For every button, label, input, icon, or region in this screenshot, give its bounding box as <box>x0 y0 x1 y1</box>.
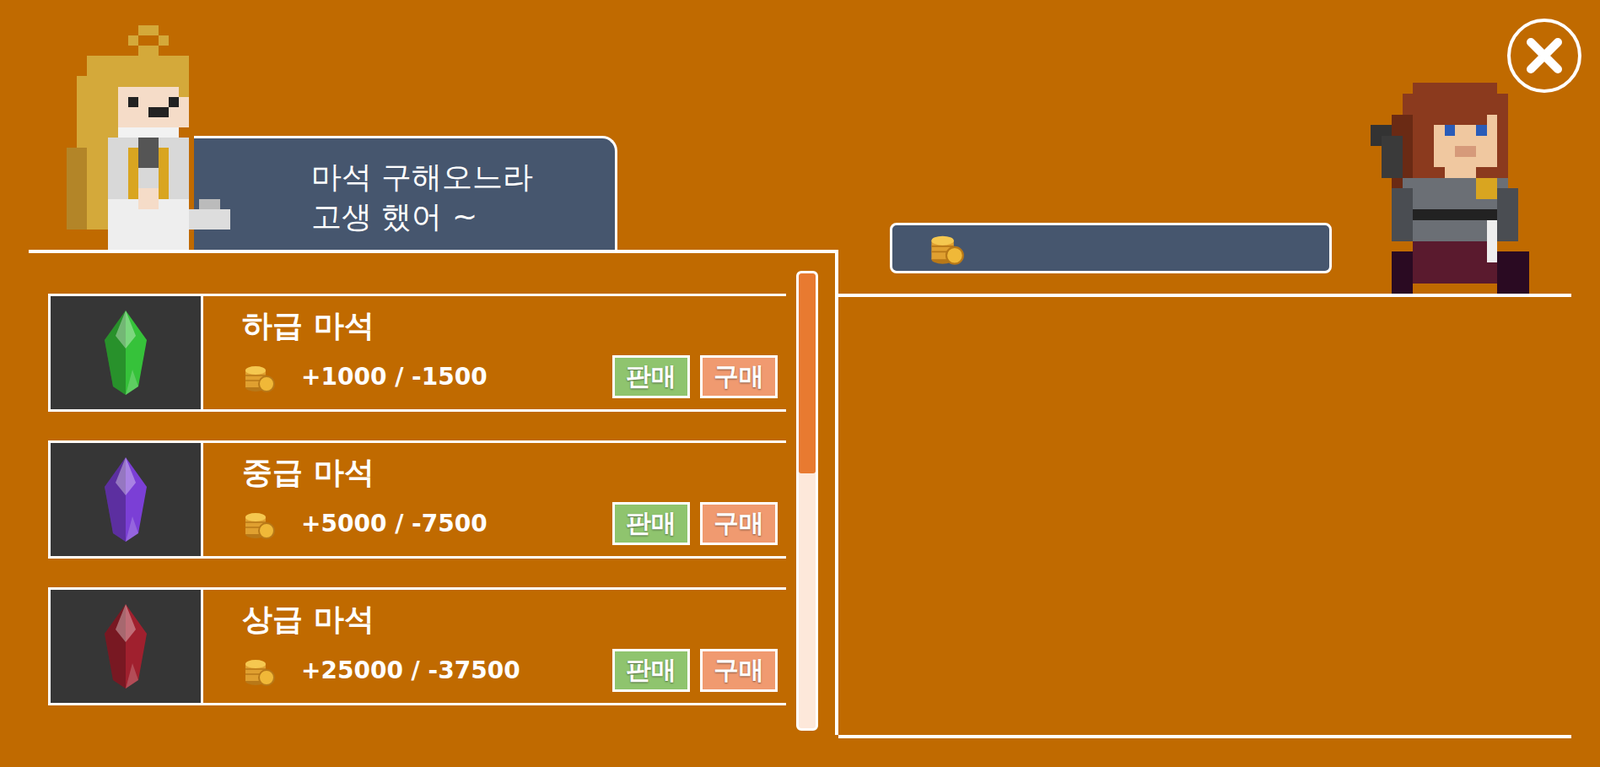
item-row: 중급 마석 +5000 / -7500 판매구매 <box>48 440 787 559</box>
item-row: 상급 마석 +25000 / -37500 판매구매 <box>48 587 787 706</box>
item-price-row: +25000 / -37500 판매구매 <box>242 648 778 692</box>
item-row: 하급 마석 +1000 / -1500 판매구매 <box>48 293 787 412</box>
item-name: 중급 마석 <box>242 453 778 491</box>
item-price: +25000 / -37500 <box>301 656 521 685</box>
player-header <box>838 0 1572 294</box>
npc-header: 마석 구해오느라고생 했어 ~ <box>28 0 839 250</box>
item-thumbnail <box>48 442 204 556</box>
scrollbar[interactable] <box>796 270 819 731</box>
sell-button[interactable]: 판매 <box>612 355 690 399</box>
gem-icon <box>100 603 151 689</box>
player-character-icon <box>1370 82 1540 294</box>
buy-button[interactable]: 구매 <box>700 648 778 692</box>
close-icon <box>1505 16 1584 95</box>
coin-icon <box>242 506 276 541</box>
buy-button[interactable]: 구매 <box>700 501 778 545</box>
gem-icon <box>100 457 151 542</box>
item-list: 하급 마석+1000 / -1500판매구매중급 마석+5000 / -7500… <box>48 293 787 706</box>
inventory-column <box>838 0 1572 739</box>
speech-bubble: 마석 구해오느라고생 했어 ~ <box>193 135 618 250</box>
sell-button[interactable]: 판매 <box>612 501 690 545</box>
shop-screen: 마석 구해오느라고생 했어 ~하급 마석+1000 / -1500판매구매중급 … <box>0 0 1600 767</box>
item-info: 상급 마석 +25000 / -37500 판매구매 <box>203 589 787 703</box>
gem-icon <box>100 310 151 395</box>
shop-column: 마석 구해오느라고생 했어 ~하급 마석+1000 / -1500판매구매중급 … <box>28 0 839 739</box>
item-name: 상급 마석 <box>242 600 778 637</box>
item-info: 하급 마석 +1000 / -1500 판매구매 <box>203 296 787 410</box>
item-panel: 하급 마석+1000 / -1500판매구매중급 마석+5000 / -7500… <box>28 249 839 735</box>
item-name: 하급 마석 <box>242 307 778 344</box>
inventory-panel <box>838 293 1572 739</box>
item-price-row: +1000 / -1500 판매구매 <box>242 355 778 399</box>
coin-icon <box>242 653 276 688</box>
dialog-line: 마석 구해오느라 <box>311 157 602 198</box>
item-price: +5000 / -7500 <box>301 509 488 538</box>
merchant-character-icon <box>66 25 251 250</box>
item-price-row: +5000 / -7500 판매구매 <box>242 501 778 545</box>
item-thumbnail <box>48 296 204 410</box>
scrollbar-thumb[interactable] <box>798 273 816 474</box>
close-button[interactable] <box>1505 16 1584 95</box>
coin-icon <box>242 360 276 394</box>
coin-icon <box>927 229 965 267</box>
sell-button[interactable]: 판매 <box>612 648 690 692</box>
gold-bar <box>889 222 1332 274</box>
item-thumbnail <box>48 589 204 703</box>
buy-button[interactable]: 구매 <box>700 355 778 399</box>
dialog-line: 고생 했어 ~ <box>311 197 602 238</box>
item-price: +1000 / -1500 <box>301 362 488 391</box>
item-info: 중급 마석 +5000 / -7500 판매구매 <box>203 442 787 556</box>
